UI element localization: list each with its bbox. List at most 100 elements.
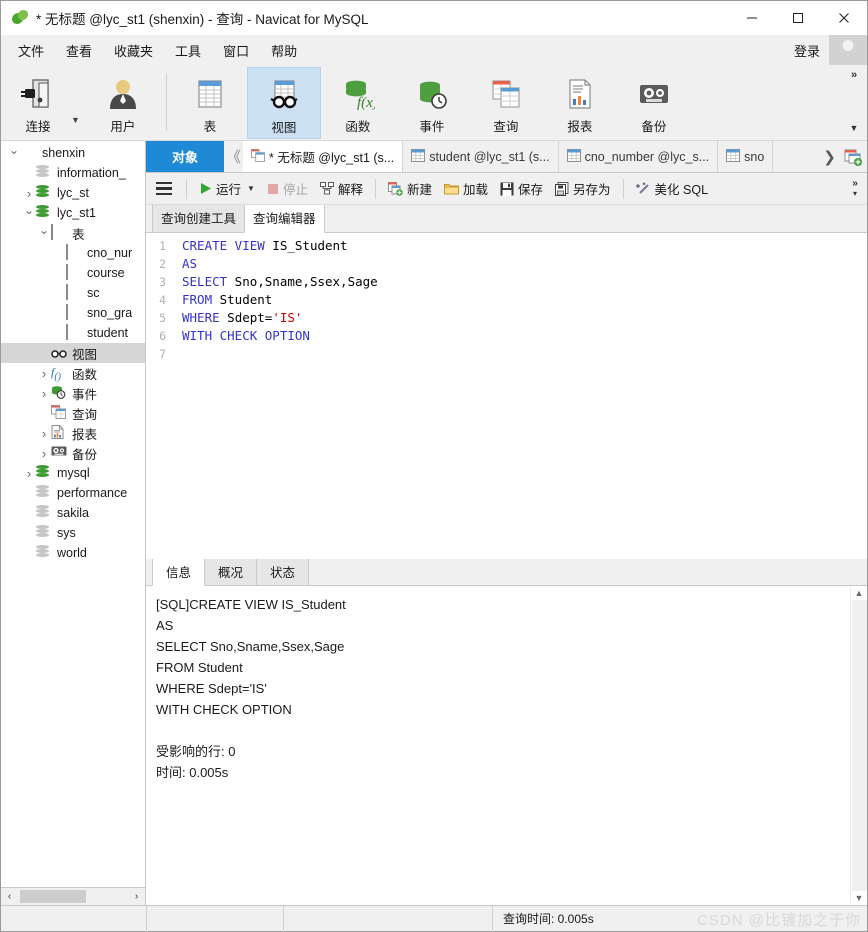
tree-item-sakila[interactable]: sakila	[1, 503, 145, 523]
sql-editor[interactable]: 1234567 CREATE VIEW IS_Student AS SELECT S…	[146, 233, 867, 559]
new-button[interactable]: 新建	[382, 177, 438, 200]
tab-message[interactable]: 信息	[152, 557, 206, 586]
tab-object[interactable]: 对象	[146, 141, 224, 172]
tree-item-sno_gra[interactable]: sno_gra	[1, 303, 145, 323]
content-tab-1[interactable]: student @lyc_st1 (s...	[403, 141, 559, 172]
tree-item-[interactable]: 查询	[1, 403, 145, 423]
toolbar-button-query[interactable]: 查询	[469, 67, 543, 139]
tree-item-label: information_	[57, 166, 126, 180]
tab-status[interactable]: 状态	[256, 557, 310, 585]
tab-query-editor[interactable]: 查询编辑器	[244, 203, 325, 233]
sidebar-horizontal-scrollbar[interactable]: ‹ ›	[1, 887, 145, 905]
minimize-icon[interactable]	[729, 1, 775, 35]
toolbar-button-table[interactable]: 表	[173, 67, 247, 139]
query-toolbar-overflow[interactable]: » ▾	[847, 173, 863, 205]
toolbar-overflow[interactable]: » ▼	[845, 65, 863, 141]
chevron-right-icon[interactable]: ›	[128, 888, 145, 905]
close-icon[interactable]	[821, 1, 867, 35]
tab-query-builder[interactable]: 查询创建工具	[152, 203, 246, 232]
tree-item-[interactable]: 事件	[1, 383, 145, 403]
chevron-right-icon[interactable]	[37, 427, 51, 440]
chevron-down-icon[interactable]	[7, 147, 21, 159]
tree-item-[interactable]: 视图	[1, 343, 145, 363]
menu-item-tools[interactable]: 工具	[164, 37, 212, 64]
tab-profile[interactable]: 概况	[204, 557, 258, 585]
tree-item-[interactable]: 报表	[1, 423, 145, 443]
content-tab-3[interactable]: sno	[718, 141, 774, 172]
tree-item-student[interactable]: student	[1, 323, 145, 343]
user-avatar-icon[interactable]	[829, 35, 867, 65]
tree-item-performance[interactable]: performance	[1, 483, 145, 503]
stop-button[interactable]: 停止	[261, 177, 314, 200]
menu-item-help[interactable]: 帮助	[260, 37, 308, 64]
tree-item-mysql[interactable]: mysql	[1, 463, 145, 483]
chevron-left-icon[interactable]: ‹	[1, 888, 18, 905]
new-query-tab-icon[interactable]	[839, 141, 867, 172]
code-line: CREATE VIEW IS_Student	[182, 237, 867, 255]
chevron-down-icon[interactable]	[37, 227, 51, 239]
tree-item-lyc_st1[interactable]: lyc_st1	[1, 203, 145, 223]
tree-item-sys[interactable]: sys	[1, 523, 145, 543]
save-as-button[interactable]: 另存为	[549, 177, 617, 200]
code-token: AS	[182, 256, 198, 271]
chevron-right-icon[interactable]	[22, 187, 36, 200]
chevron-double-right-icon[interactable]: »	[852, 179, 858, 189]
menu-item-window[interactable]: 窗口	[212, 37, 260, 64]
tree-item-lyc_st[interactable]: lyc_st	[1, 183, 145, 203]
chevron-down-icon[interactable]	[22, 207, 36, 219]
chevron-right-icon[interactable]: ❯	[820, 141, 839, 172]
toolbar-button-report[interactable]: 报表	[543, 67, 617, 139]
toolbar-button-connection[interactable]: 连接	[1, 67, 75, 139]
tree-item-sc[interactable]: sc	[1, 283, 145, 303]
hamburger-menu-icon[interactable]	[154, 181, 180, 196]
event-clock-icon	[415, 74, 449, 114]
scrollbar-track[interactable]	[851, 600, 867, 891]
login-link[interactable]: 登录	[794, 41, 829, 60]
code-token: Sdept=	[219, 310, 273, 325]
chevron-down-icon[interactable]: ▼	[855, 893, 864, 903]
info-panel-vertical-scrollbar[interactable]: ▲ ▼	[850, 586, 867, 905]
chevron-right-icon[interactable]	[37, 367, 51, 380]
tree-item-[interactable]: 备份	[1, 443, 145, 463]
menu-item-view[interactable]: 查看	[55, 37, 103, 64]
object-tree[interactable]: shenxin information_ lyc_st lyc_st1 表cno_nur…	[1, 141, 145, 887]
toolbar-button-user[interactable]: 用户	[86, 67, 160, 139]
connection-dropdown-chevron-down-icon[interactable]: ▼	[71, 115, 86, 125]
toolbar-button-event[interactable]: 事件	[395, 67, 469, 139]
beautify-sql-button[interactable]: 美化 SQL	[630, 177, 715, 200]
content-tab-2[interactable]: cno_number @lyc_s...	[558, 141, 719, 172]
tree-item-[interactable]: f() 函数	[1, 363, 145, 383]
explain-button[interactable]: 解释	[314, 177, 369, 200]
tree-item-shenxin[interactable]: shenxin	[1, 143, 145, 163]
tree-item-course[interactable]: course	[1, 263, 145, 283]
chevron-right-icon[interactable]	[22, 467, 36, 480]
chevron-right-icon[interactable]	[37, 387, 51, 400]
chevron-double-right-icon[interactable]: »	[851, 69, 857, 81]
toolbar-button-view[interactable]: 视图	[246, 67, 321, 139]
tree-item-information_[interactable]: information_	[1, 163, 145, 183]
tree-item-[interactable]: 表	[1, 223, 145, 243]
toolbar-button-backup[interactable]: 备份	[617, 67, 691, 139]
run-dropdown-chevron-down-icon[interactable]: ▼	[247, 184, 255, 193]
run-button[interactable]: 运行 ▼	[193, 177, 261, 200]
chevron-right-icon[interactable]	[37, 447, 51, 460]
tree-item-world[interactable]: world	[1, 543, 145, 563]
menu-item-file[interactable]: 文件	[7, 37, 55, 64]
chevron-down-icon[interactable]: ▾	[853, 190, 857, 198]
load-button[interactable]: 加载	[438, 177, 494, 200]
chevron-up-icon[interactable]: ▲	[855, 588, 864, 598]
status-cell-middle	[147, 906, 283, 932]
save-disk-icon	[500, 182, 514, 195]
sql-code-area[interactable]: CREATE VIEW IS_Student AS SELECT Sno,Sname…	[172, 233, 867, 559]
chevron-double-left-icon[interactable]: 《	[224, 141, 243, 172]
scrollbar-thumb[interactable]	[20, 890, 86, 903]
save-button[interactable]: 保存	[494, 177, 549, 200]
report-icon	[563, 74, 597, 114]
menu-item-favorites[interactable]: 收藏夹	[103, 37, 164, 64]
chevron-down-icon[interactable]: ▼	[850, 123, 859, 133]
content-tab-0[interactable]: * 无标题 @lyc_st1 (s...	[243, 141, 404, 172]
tree-item-cno_nur[interactable]: cno_nur	[1, 243, 145, 263]
maximize-icon[interactable]	[775, 1, 821, 35]
toolbar-label-view: 视图	[271, 121, 297, 135]
toolbar-button-function[interactable]: f(x) 函数	[321, 67, 395, 139]
